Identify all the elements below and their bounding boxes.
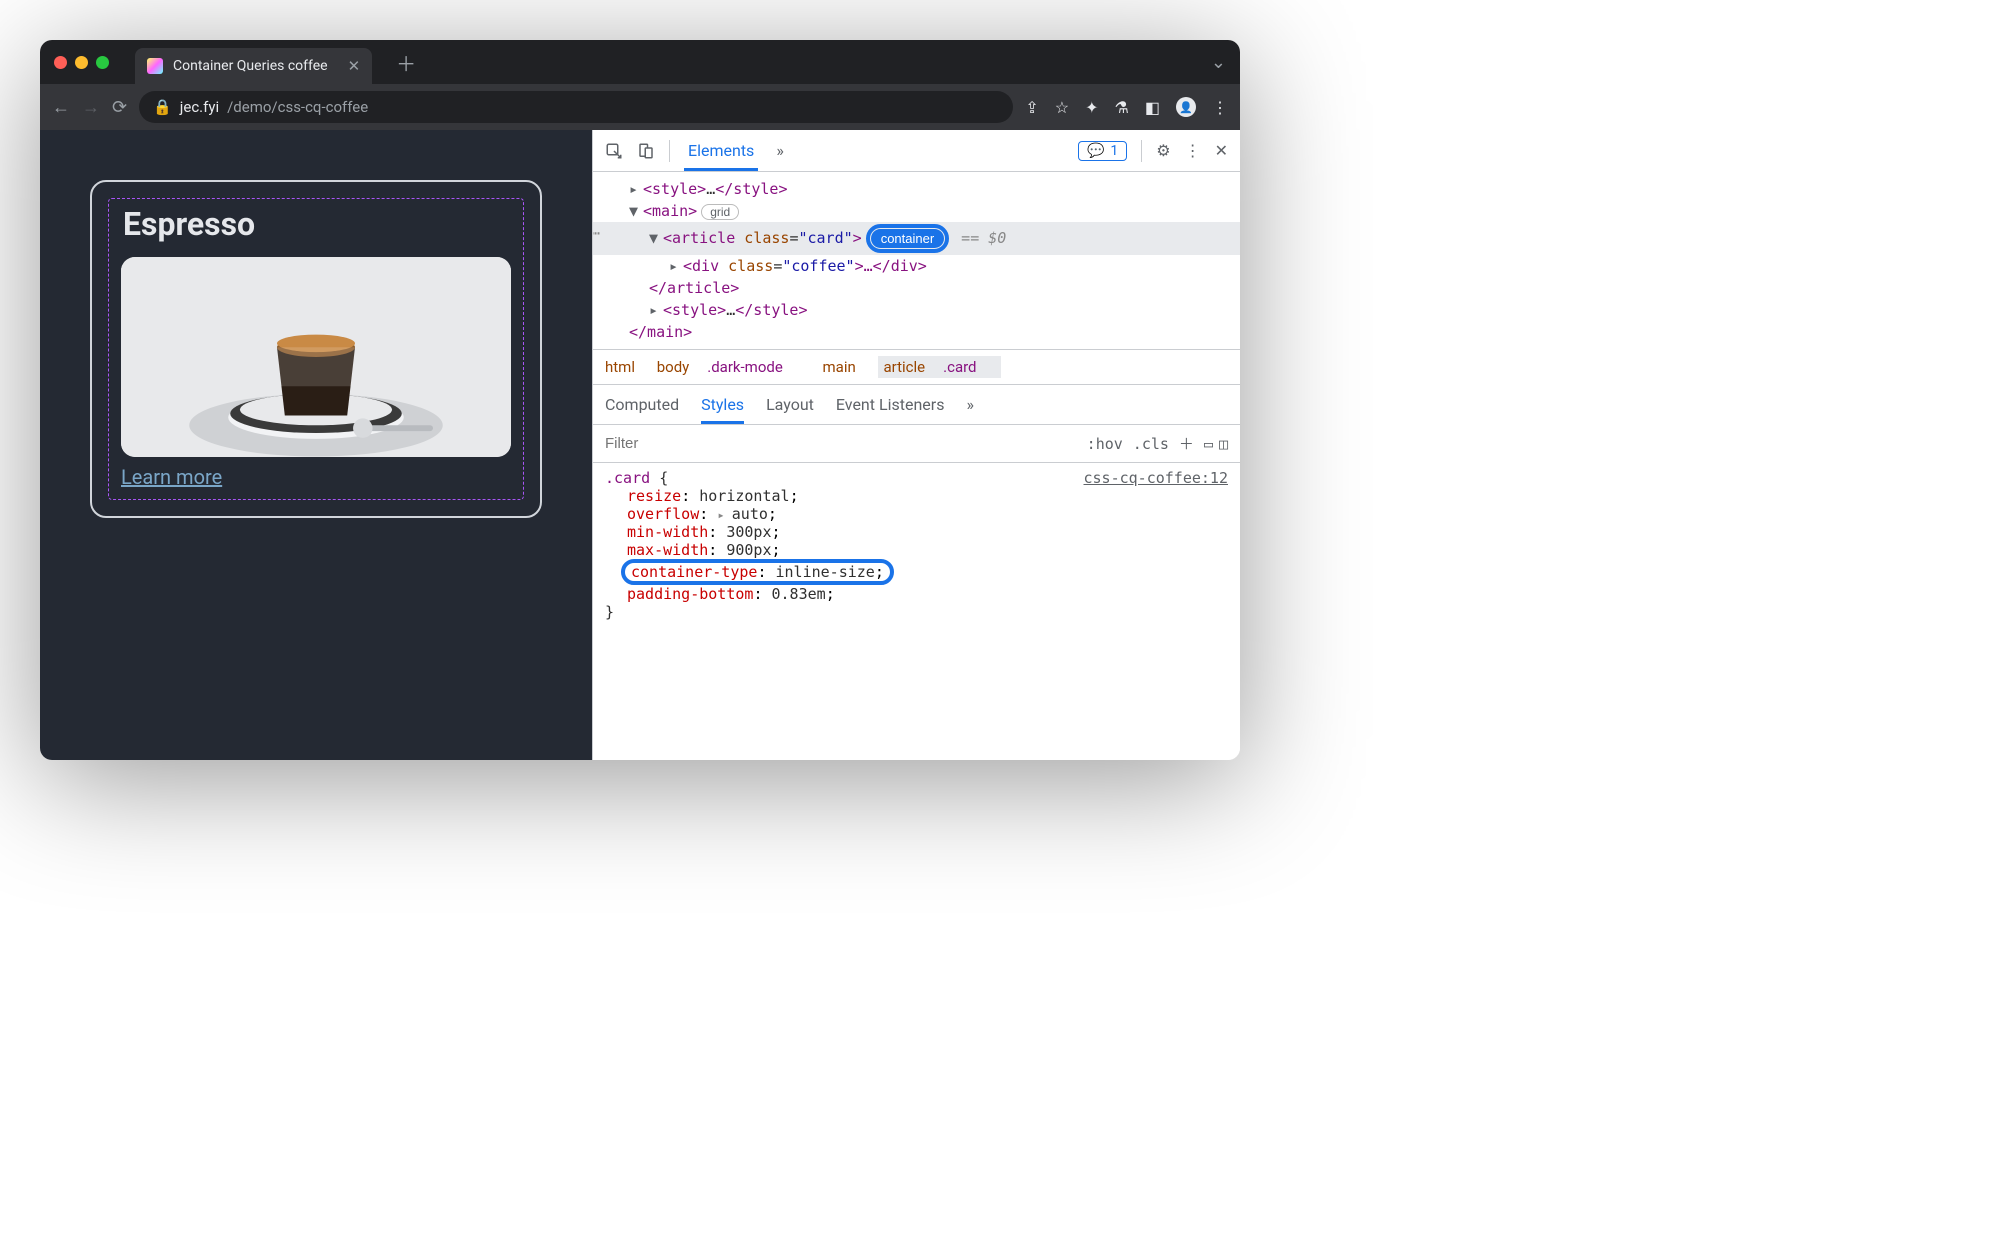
sidebar-toggle-icon[interactable]: ◫	[1219, 435, 1228, 453]
coffee-image	[121, 257, 511, 457]
titlebar: Container Queries coffee ✕ ＋ ⌄	[40, 40, 1240, 84]
minimize-window-icon[interactable]	[75, 56, 88, 69]
new-tab-button[interactable]: ＋	[396, 48, 416, 77]
tab-computed[interactable]: Computed	[605, 395, 679, 414]
container-type-highlight: container-type: inline-size;	[621, 559, 894, 585]
profile-avatar[interactable]: 👤	[1176, 97, 1196, 117]
bookmark-icon[interactable]: ☆	[1055, 98, 1069, 117]
extensions-icon[interactable]: ✦	[1085, 98, 1098, 117]
new-rule-button[interactable]: ＋	[1179, 433, 1194, 454]
devtools-toolbar: Elements » 💬 1 ⚙ ⋮ ✕	[593, 130, 1240, 172]
chevron-down-icon[interactable]: ⌄	[1211, 52, 1226, 73]
kebab-icon[interactable]: ⋮	[1185, 141, 1201, 160]
grid-badge[interactable]: grid	[701, 204, 739, 220]
sidepanel-icon[interactable]: ◧	[1145, 98, 1160, 117]
maximize-window-icon[interactable]	[96, 56, 109, 69]
tab-more[interactable]: »	[772, 141, 788, 160]
css-rule[interactable]: css-cq-coffee:12 .card { resize: horizon…	[593, 463, 1240, 627]
source-link[interactable]: css-cq-coffee:12	[1084, 469, 1229, 487]
learn-more-link[interactable]: Learn more	[121, 465, 511, 489]
toolbar-icons: ⇪ ☆ ✦ ⚗ ◧ 👤 ⋮	[1025, 97, 1228, 117]
content-area: Espresso	[40, 130, 1240, 760]
container-badge[interactable]: container	[871, 229, 944, 248]
hov-button[interactable]: :hov	[1087, 435, 1123, 453]
tab-styles[interactable]: Styles	[701, 395, 744, 424]
lock-icon: 🔒	[153, 98, 172, 116]
card-heading: Espresso	[123, 205, 511, 243]
address-bar: ← → ⟳ 🔒 jec.fyi/demo/css-cq-coffee ⇪ ☆ ✦…	[40, 84, 1240, 130]
close-tab-icon[interactable]: ✕	[348, 57, 361, 75]
cls-button[interactable]: .cls	[1133, 435, 1169, 453]
back-button[interactable]: ←	[52, 97, 70, 118]
window-controls	[54, 56, 109, 69]
close-devtools-icon[interactable]: ✕	[1215, 141, 1228, 160]
card-overlay: Espresso	[108, 198, 524, 500]
dom-node-article[interactable]: ▼<article class="card">container== $0	[593, 222, 1240, 255]
url-path: /demo/css-cq-coffee	[227, 98, 368, 116]
container-badge-highlight: container	[866, 224, 949, 253]
messages-badge[interactable]: 💬 1	[1078, 141, 1127, 161]
devtools-panel: Elements » 💬 1 ⚙ ⋮ ✕ ▸<style>…</style> ▼…	[592, 130, 1240, 760]
breadcrumb[interactable]: html body.dark-mode main article.card	[593, 349, 1240, 385]
menu-icon[interactable]: ⋮	[1212, 98, 1228, 117]
device-toggle-icon[interactable]	[637, 142, 655, 160]
inspect-icon[interactable]	[605, 142, 623, 160]
crumb-article[interactable]: article.card	[878, 356, 1001, 378]
styles-tabbar: Computed Styles Layout Event Listeners »	[593, 385, 1240, 425]
browser-window: Container Queries coffee ✕ ＋ ⌄ ← → ⟳ 🔒 j…	[40, 40, 1240, 760]
tab-title: Container Queries coffee	[173, 58, 328, 74]
crumb-html[interactable]: html	[605, 358, 635, 376]
crumb-main[interactable]: main	[823, 358, 856, 376]
share-icon[interactable]: ⇪	[1025, 98, 1038, 117]
dom-tree[interactable]: ▸<style>…</style> ▼<main>grid ▼<article …	[593, 172, 1240, 349]
link-text[interactable]: Learn more	[121, 465, 222, 489]
styles-filter-bar: :hov .cls ＋ ▭ ◫	[593, 425, 1240, 463]
filter-input[interactable]	[605, 435, 1077, 452]
labs-icon[interactable]: ⚗	[1115, 98, 1129, 117]
computed-toggle-icon[interactable]: ▭	[1204, 435, 1213, 453]
url-host: jec.fyi	[180, 98, 219, 116]
favicon-icon	[147, 58, 163, 74]
rendered-page: Espresso	[40, 130, 592, 760]
gear-icon[interactable]: ⚙	[1156, 141, 1170, 160]
crumb-body[interactable]: body.dark-mode	[657, 358, 801, 376]
url-input[interactable]: 🔒 jec.fyi/demo/css-cq-coffee	[139, 91, 1013, 123]
card: Espresso	[90, 180, 542, 518]
browser-tab[interactable]: Container Queries coffee ✕	[135, 48, 372, 84]
tab-event-listeners[interactable]: Event Listeners	[836, 395, 945, 414]
tab-layout[interactable]: Layout	[766, 395, 814, 414]
close-window-icon[interactable]	[54, 56, 67, 69]
tab-more[interactable]: »	[966, 395, 974, 414]
tab-elements[interactable]: Elements	[684, 141, 758, 171]
forward-button[interactable]: →	[82, 97, 100, 118]
reload-button[interactable]: ⟳	[112, 97, 127, 118]
